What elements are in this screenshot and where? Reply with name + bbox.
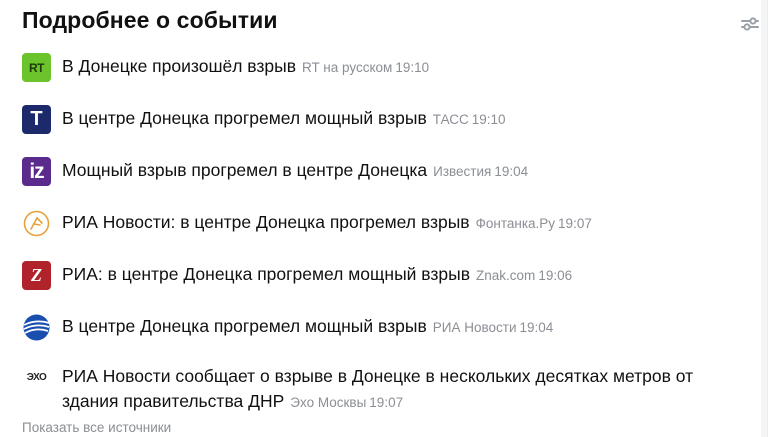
timestamp: 19:06 bbox=[538, 268, 573, 283]
scroll-edge bbox=[761, 0, 767, 437]
timestamp: 19:07 bbox=[558, 216, 592, 231]
headline-link[interactable]: РИА: в центре Донецка прогремел мощный в… bbox=[62, 264, 470, 284]
list-item[interactable]: ЭХО РИА Новости сообщает о взрыве в Доне… bbox=[22, 360, 722, 415]
timestamp: 19:04 bbox=[519, 320, 554, 335]
tass-logo: Т bbox=[22, 105, 51, 134]
page-title: Подробнее о событии bbox=[22, 7, 278, 33]
list-item[interactable]: Т В центре Донецка прогремел мощный взры… bbox=[22, 102, 722, 134]
echo-logo: ЭХО bbox=[22, 363, 51, 392]
headline-link[interactable]: В Донецке произошёл взрыв bbox=[62, 56, 296, 76]
show-all-sources-link[interactable]: Показать все источники bbox=[22, 420, 171, 435]
headline-link[interactable]: В центре Донецка прогремел мощный взрыв bbox=[62, 108, 427, 128]
rt-logo: RT bbox=[22, 53, 51, 82]
timestamp: 19:10 bbox=[395, 60, 430, 75]
list-item[interactable]: В центре Донецка прогремел мощный взрыв Р… bbox=[22, 310, 722, 342]
headline-link[interactable]: РИА Новости: в центре Донецка прогремел … bbox=[62, 212, 470, 232]
sliders-icon bbox=[741, 17, 759, 31]
source-link[interactable]: RT на русском 19:10 bbox=[302, 60, 429, 75]
event-details-panel: Подробнее о событии RT В Донецке произош… bbox=[0, 0, 768, 437]
source-link[interactable]: Известия 19:04 bbox=[433, 164, 528, 179]
list-item[interactable]: РИА Новости: в центре Донецка прогремел … bbox=[22, 206, 722, 238]
source-link[interactable]: ТАСС 19:10 bbox=[433, 112, 506, 127]
globe-icon bbox=[23, 314, 50, 341]
ria-logo bbox=[22, 313, 51, 342]
fontanka-emblem-icon bbox=[23, 210, 50, 237]
znak-logo: Z bbox=[22, 261, 51, 290]
timestamp: 19:07 bbox=[369, 395, 404, 410]
list-item[interactable]: Z РИА: в центре Донецка прогремел мощный… bbox=[22, 258, 722, 290]
source-link[interactable]: РИА Новости 19:04 bbox=[433, 320, 554, 335]
source-link[interactable]: Znak.com 19:06 bbox=[476, 268, 572, 283]
timestamp: 19:10 bbox=[471, 112, 506, 127]
headline-link[interactable]: В центре Донецка прогремел мощный взрыв bbox=[62, 316, 427, 336]
timestamp: 19:04 bbox=[494, 164, 529, 179]
fontanka-logo bbox=[22, 209, 51, 238]
source-link[interactable]: Фонтанка.Ру 19:07 bbox=[476, 216, 592, 231]
list-item[interactable]: iz Мощный взрыв прогремел в центре Донец… bbox=[22, 154, 722, 186]
headline-link[interactable]: Мощный взрыв прогремел в центре Донецка bbox=[62, 160, 427, 180]
list-item[interactable]: RT В Донецке произошёл взрыв RT на русско… bbox=[22, 50, 722, 82]
source-link[interactable]: Эхо Москвы 19:07 bbox=[290, 395, 403, 410]
izvestia-logo: iz bbox=[22, 157, 51, 186]
filter-settings-button[interactable] bbox=[739, 13, 761, 35]
